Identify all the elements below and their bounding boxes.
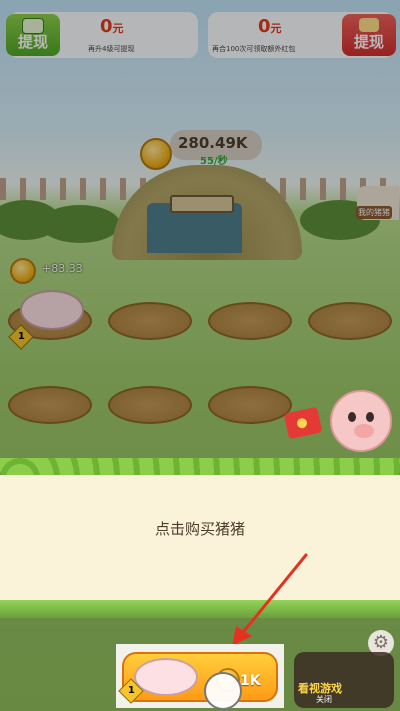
- buy-level-text: 1: [127, 685, 135, 697]
- game-screen: 280.49K 55/秒 我的猪猪 +83.33 1 提现 0元 再升4级可提现…: [0, 0, 400, 711]
- hand-pointer-icon: [204, 672, 242, 710]
- mini-game-close[interactable]: 关闭: [316, 694, 332, 705]
- buy-price: 1K: [240, 673, 261, 689]
- arrow-icon: [232, 553, 308, 646]
